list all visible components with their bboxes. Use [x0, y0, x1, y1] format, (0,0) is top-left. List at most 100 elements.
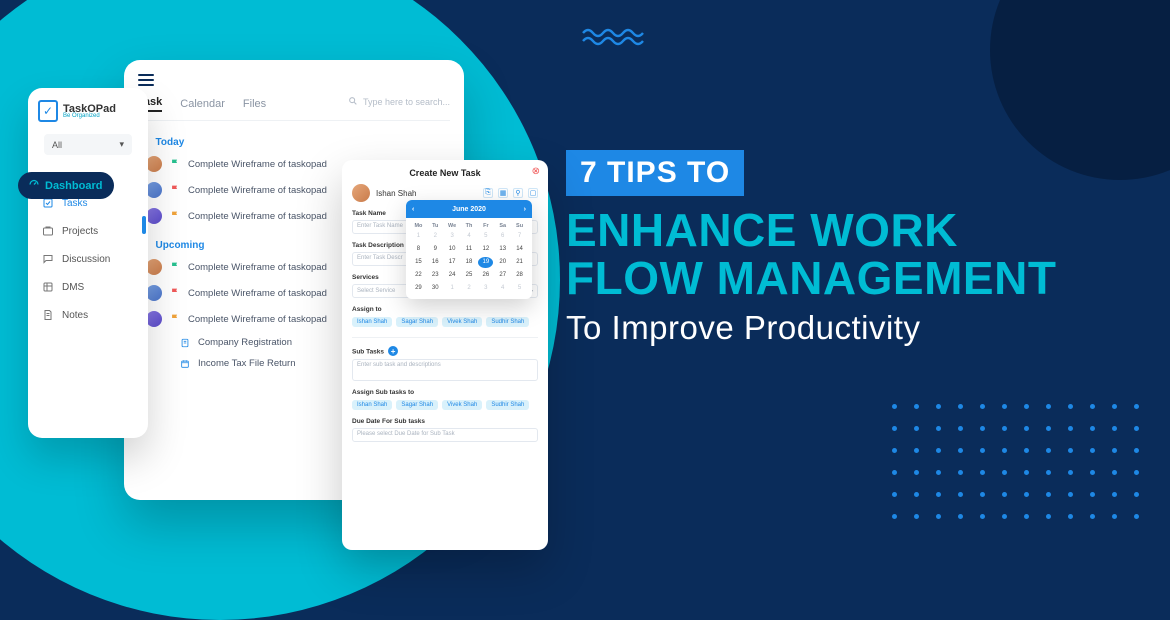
dp-day[interactable]: 26 [478, 270, 493, 281]
close-icon[interactable]: ⊗ [532, 166, 540, 177]
dp-day[interactable]: 5 [512, 283, 527, 294]
prev-month-icon[interactable]: ‹ [412, 206, 414, 213]
dp-day[interactable]: 4 [462, 231, 477, 242]
dp-day[interactable]: 2 [428, 231, 443, 242]
dp-day[interactable]: 12 [478, 244, 493, 255]
sidebar-item-notes[interactable]: Notes [42, 309, 148, 321]
dp-day[interactable]: 16 [428, 257, 443, 268]
avatar [146, 259, 162, 275]
sidebar-item-dms[interactable]: DMS [42, 281, 148, 293]
assignee-chip[interactable]: Ishan Shah [352, 400, 392, 410]
dp-day[interactable]: 3 [445, 231, 460, 242]
hamburger-icon[interactable] [138, 70, 154, 86]
dp-day[interactable]: 27 [495, 270, 510, 281]
search-input[interactable]: Type here to search... [348, 96, 450, 108]
dp-day[interactable]: 7 [512, 231, 527, 242]
dp-day[interactable]: 8 [411, 244, 426, 255]
assign-sub-chips: Ishan Shah Sagar Shah Vivek Shah Sudhir Sha… [352, 400, 538, 410]
dp-day[interactable]: 10 [445, 244, 460, 255]
dms-icon [42, 281, 54, 293]
section-title: Upcoming [156, 240, 205, 251]
task-title: Complete Wireframe of taskopad [188, 211, 327, 222]
mockup-stage: ✓ TaskOPad Be Organized All ▾ Dashboard … [28, 60, 558, 540]
create-task-modal: Create New Task ⊗ Ishan Shah ⎘ ▦ ⚲ ▢ Tas… [342, 160, 548, 550]
flag-icon [170, 158, 180, 171]
assignee-chip[interactable]: Vivek Shah [442, 400, 482, 410]
dp-dow: Su [512, 223, 527, 229]
cal-icon [180, 359, 190, 369]
dp-day[interactable]: 20 [495, 257, 510, 268]
dp-day[interactable]: 23 [428, 270, 443, 281]
notes-icon [42, 309, 54, 321]
dp-dow: Th [462, 223, 477, 229]
tab-files[interactable]: Files [243, 98, 266, 112]
dp-day[interactable]: 21 [512, 257, 527, 268]
dp-day[interactable]: 25 [462, 270, 477, 281]
dashboard-pill[interactable]: Dashboard [18, 172, 114, 199]
sidebar-item-label: Discussion [62, 254, 110, 265]
dp-day[interactable]: 15 [411, 257, 426, 268]
brand: ✓ TaskOPad Be Organized [28, 100, 148, 122]
headline-block: 7 TIPS TO ENHANCE WORK FLOW MANAGEMENT T… [566, 150, 1126, 347]
dp-day[interactable]: 22 [411, 270, 426, 281]
headline-badge: 7 TIPS TO [566, 150, 744, 196]
dp-day[interactable]: 6 [495, 231, 510, 242]
dashboard-label: Dashboard [45, 180, 102, 192]
dp-dow: Mo [411, 223, 426, 229]
sidebar-item-projects[interactable]: Projects [42, 225, 148, 237]
sidebar-item-label: DMS [62, 282, 84, 293]
section-today[interactable]: ⌄ Today [142, 137, 450, 148]
calendar-icon[interactable]: ▦ [498, 188, 508, 198]
input-subtask[interactable]: Enter sub task and descriptions [352, 359, 538, 381]
all-dropdown[interactable]: All ▾ [44, 134, 132, 155]
dp-day[interactable]: 11 [462, 244, 477, 255]
dp-day[interactable]: 3 [478, 283, 493, 294]
dp-dow: Tu [428, 223, 443, 229]
avatar [146, 156, 162, 172]
task-title: Complete Wireframe of taskopad [188, 262, 327, 273]
add-subtask-icon[interactable]: + [388, 346, 398, 356]
headline-line2: FLOW MANAGEMENT [566, 254, 1126, 302]
flag-icon [170, 210, 180, 223]
next-month-icon[interactable]: › [524, 206, 526, 213]
task-title: Complete Wireframe of taskopad [188, 159, 327, 170]
sidebar-list: Tasks Projects Discussion DMS Notes [28, 197, 148, 321]
avatar [352, 184, 370, 202]
input-due-sub[interactable]: Please select Due Date for Sub Task [352, 428, 538, 442]
assignee-chip[interactable]: Vivek Shah [442, 317, 482, 327]
dp-day[interactable]: 9 [428, 244, 443, 255]
doc-icon [180, 338, 190, 348]
headline-line3: To Improve Productivity [566, 309, 1126, 347]
dp-day[interactable]: 1 [411, 231, 426, 242]
dp-dow: Fr [478, 223, 493, 229]
assignee-chip[interactable]: Sagar Shah [396, 317, 438, 327]
dp-day[interactable]: 1 [445, 283, 460, 294]
dp-day[interactable]: 29 [411, 283, 426, 294]
chevron-down-icon: ▾ [119, 139, 124, 150]
dp-day[interactable]: 28 [512, 270, 527, 281]
dp-day[interactable]: 4 [495, 283, 510, 294]
dp-day[interactable]: 13 [495, 244, 510, 255]
dp-day[interactable]: 5 [478, 231, 493, 242]
dp-day[interactable]: 19 [478, 257, 493, 268]
tab-calendar[interactable]: Calendar [180, 98, 225, 112]
dp-day[interactable]: 18 [462, 257, 477, 268]
avatar [146, 311, 162, 327]
sidebar-item-discussion[interactable]: Discussion [42, 253, 148, 265]
dp-day[interactable]: 2 [462, 283, 477, 294]
sidebar-item-label: Notes [62, 310, 88, 321]
dp-day[interactable]: 30 [428, 283, 443, 294]
dp-day[interactable]: 14 [512, 244, 527, 255]
avatar [146, 285, 162, 301]
dp-day[interactable]: 17 [445, 257, 460, 268]
task-title: Complete Wireframe of taskopad [188, 185, 327, 196]
attach-icon[interactable]: ⚲ [513, 188, 523, 198]
dp-day[interactable]: 24 [445, 270, 460, 281]
search-icon [348, 96, 358, 108]
assignee-chip[interactable]: Ishan Shah [352, 317, 392, 327]
assignee-chip[interactable]: Sudhir Shah [486, 400, 529, 410]
assignee-chip[interactable]: Sagar Shah [396, 400, 438, 410]
copy-icon[interactable]: ⎘ [483, 188, 493, 198]
more-icon[interactable]: ▢ [528, 188, 538, 198]
assignee-chip[interactable]: Sudhir Shah [486, 317, 529, 327]
